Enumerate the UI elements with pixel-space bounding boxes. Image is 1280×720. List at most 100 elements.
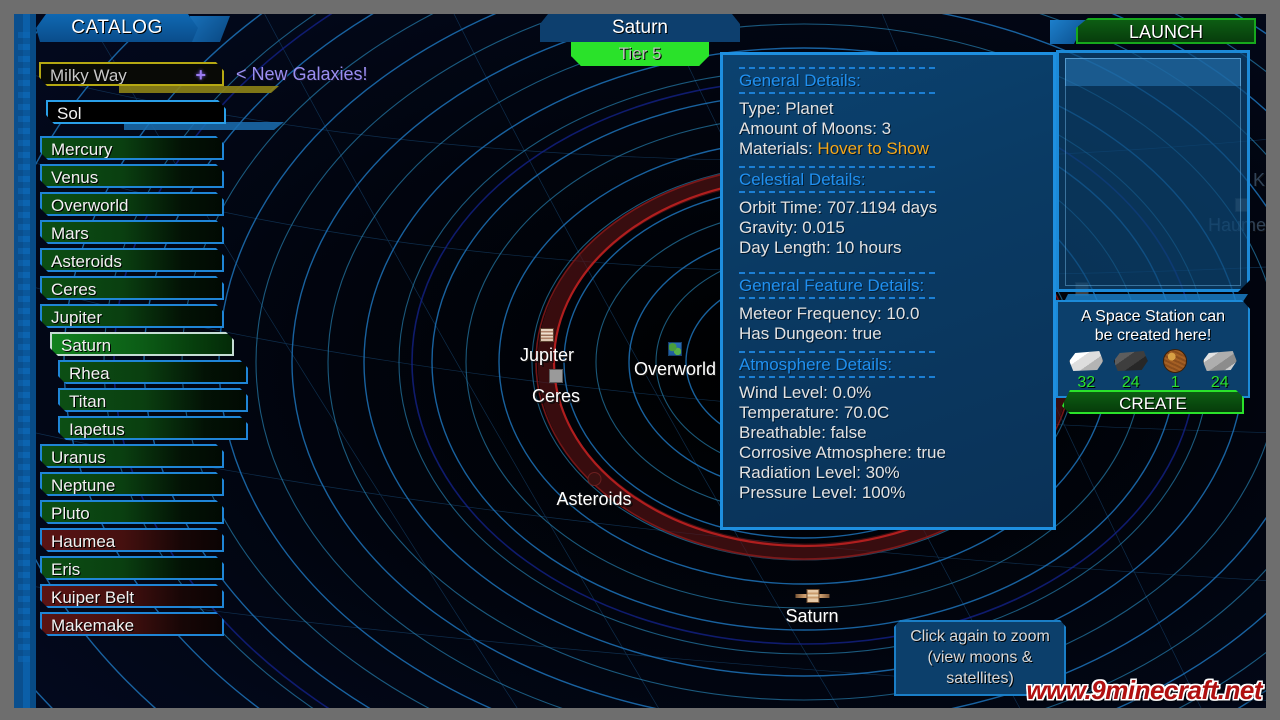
catalog-row-pluto[interactable]: Pluto xyxy=(40,500,224,524)
catalog-row-label: Mars xyxy=(51,224,89,243)
galaxy-label: Milky Way xyxy=(50,66,127,85)
catalog-row-overworld[interactable]: Overworld xyxy=(40,192,224,216)
catalog-row-label: Iapetus xyxy=(69,420,125,439)
details-section-heading: General Details: xyxy=(739,67,935,94)
watermark: www.9minecraft.net xyxy=(1026,675,1262,705)
details-gap xyxy=(739,258,1039,272)
dark-ingot-icon xyxy=(1113,351,1148,371)
catalog-row-titan[interactable]: Titan xyxy=(58,388,248,412)
catalog-row-label: Eris xyxy=(51,560,81,579)
tooltip-line-1: Click again to zoom xyxy=(910,628,1050,645)
catalog-tab[interactable]: CATALOG xyxy=(36,14,198,42)
selected-body-header: Saturn Tier 5 xyxy=(540,14,740,66)
catalog-row-makemake[interactable]: Makemake xyxy=(40,612,224,636)
details-line: Radiation Level: 30% xyxy=(739,463,900,482)
launch-button[interactable]: LAUNCH xyxy=(1076,18,1256,44)
catalog-row-galaxy[interactable]: Milky Way + xyxy=(39,62,224,86)
catalog-row-ceres[interactable]: Ceres xyxy=(40,276,224,300)
station-material[interactable]: 24 xyxy=(1111,349,1151,391)
details-section-heading: General Feature Details: xyxy=(739,272,935,299)
details-gap xyxy=(739,159,1039,166)
catalog-row-neptune[interactable]: Neptune xyxy=(40,472,224,496)
catalog-row-label: Uranus xyxy=(51,448,106,467)
launch-list-header-row xyxy=(1065,58,1241,86)
details-line: Gravity: 0.015 xyxy=(739,218,845,237)
catalog-row-label: Jupiter xyxy=(51,308,103,327)
catalog-row-mars[interactable]: Mars xyxy=(40,220,224,244)
station-materials-list: 32 24 1 24 xyxy=(1058,349,1248,391)
frame-edge-bottom xyxy=(0,708,1280,720)
create-station-button[interactable]: CREATE xyxy=(1062,390,1244,414)
window-frame: Jupiter Ceres Overworld Asteroids Saturn xyxy=(0,0,1280,720)
materials-hover-value[interactable]: Hover to Show xyxy=(817,139,929,158)
station-material-count: 1 xyxy=(1170,374,1180,391)
details-line: Day Length: 10 hours xyxy=(739,238,902,257)
catalog-row-venus[interactable]: Venus xyxy=(40,164,224,188)
catalog-spine-decoration xyxy=(14,14,36,708)
catalog-row-uranus[interactable]: Uranus xyxy=(40,444,224,468)
catalog-row-label: Makemake xyxy=(51,616,135,635)
details-line: Breathable: false xyxy=(739,423,867,442)
add-galaxy-icon[interactable]: + xyxy=(195,64,206,84)
catalog-row-star[interactable]: Sol xyxy=(46,100,226,124)
star-label: Sol xyxy=(57,104,82,123)
silver-ingot-icon xyxy=(1202,351,1237,371)
details-line-label: Materials: xyxy=(739,139,818,158)
launch-list-box[interactable] xyxy=(1056,50,1250,292)
catalog-row-rhea[interactable]: Rhea xyxy=(58,360,248,384)
catalog-row-label: Neptune xyxy=(51,476,116,495)
catalog-row-label: Overworld xyxy=(51,196,129,215)
space-station-panel: A Space Station can be created here! 32 2… xyxy=(1056,300,1250,398)
catalog-row-jupiter[interactable]: Jupiter xyxy=(40,304,224,328)
catalog-row-label: Pluto xyxy=(51,504,90,523)
catalog-row-label: Asteroids xyxy=(51,252,122,271)
station-material[interactable]: 32 xyxy=(1066,349,1106,391)
station-message-line2: be created here! xyxy=(1094,327,1212,344)
station-material[interactable]: 1 xyxy=(1155,349,1195,391)
catalog-sidebar[interactable]: CATALOG Milky Way + Sol Mercury Venus Over… xyxy=(14,14,284,708)
details-gap xyxy=(739,344,1039,351)
catalog-row-label: Venus xyxy=(51,168,99,187)
catalog-row-saturn[interactable]: Saturn xyxy=(50,332,234,356)
details-line: Temperature: 70.0C xyxy=(739,403,890,422)
catalog-row-iapetus[interactable]: Iapetus xyxy=(58,416,248,440)
catalog-row-label: Rhea xyxy=(69,364,110,383)
details-line: Materials: Hover to Show xyxy=(739,139,1039,159)
right-panel-column[interactable]: LAUNCH A Space Station can be created he… xyxy=(1046,14,1266,708)
planet-details-body: General Details: Type: Planet Amount of Mo… xyxy=(739,67,1039,503)
station-material[interactable]: 24 xyxy=(1200,349,1240,391)
galaxy-map-screen[interactable]: Jupiter Ceres Overworld Asteroids Saturn xyxy=(14,14,1266,708)
launch-list-frame xyxy=(1065,58,1241,286)
details-line: Orbit Time: 707.1194 days xyxy=(739,198,938,217)
catalog-row-label: Kuiper Belt xyxy=(51,588,135,607)
planet-details-panel: General Details: Type: Planet Amount of Mo… xyxy=(720,52,1056,530)
station-material-count: 24 xyxy=(1121,374,1140,391)
catalog-row-label: Mercury xyxy=(51,140,113,159)
brown-sphere-icon xyxy=(1163,349,1188,373)
tooltip-line-2: (view moons & xyxy=(927,649,1033,666)
details-line: Corrosive Atmosphere: true xyxy=(739,443,946,462)
catalog-row-asteroids[interactable]: Asteroids xyxy=(40,248,224,272)
catalog-row-label: Saturn xyxy=(61,336,112,355)
details-line: Type: Planet xyxy=(739,99,834,118)
catalog-row-eris[interactable]: Eris xyxy=(40,556,224,580)
new-galaxies-link[interactable]: < New Galaxies! xyxy=(236,64,368,85)
frame-edge-top xyxy=(0,0,1280,14)
catalog-row-label: Ceres xyxy=(51,280,97,299)
catalog-row-kuiper-belt[interactable]: Kuiper Belt xyxy=(40,584,224,608)
tier-badge: Tier 5 xyxy=(571,42,709,66)
station-material-count: 32 xyxy=(1077,374,1096,391)
frame-edge-left xyxy=(0,0,14,720)
white-ingot-icon xyxy=(1069,351,1104,371)
details-line: Amount of Moons: 3 xyxy=(739,119,892,138)
catalog-row-haumea[interactable]: Haumea xyxy=(40,528,224,552)
station-material-count: 24 xyxy=(1210,374,1229,391)
tier-badge-label: Tier 5 xyxy=(618,44,662,63)
catalog-row-mercury[interactable]: Mercury xyxy=(40,136,224,160)
details-line: Has Dungeon: true xyxy=(739,324,882,343)
details-section-heading: Celestial Details: xyxy=(739,166,935,193)
details-section-heading: Atmosphere Details: xyxy=(739,351,935,378)
galaxy-row-shadow xyxy=(119,86,279,93)
details-line: Meteor Frequency: 10.0 xyxy=(739,304,920,323)
catalog-row-label: Titan xyxy=(69,392,107,411)
